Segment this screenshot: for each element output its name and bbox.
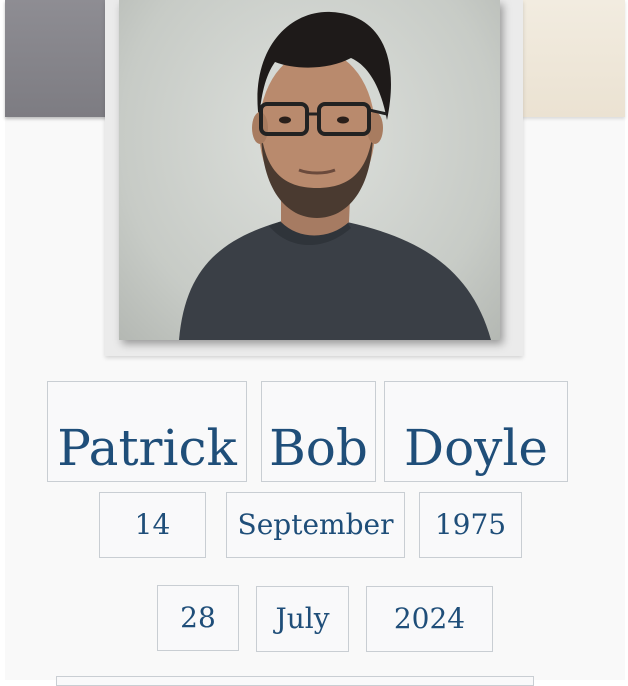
first-name-text: Patrick <box>57 419 237 477</box>
second-month-text: July <box>275 602 330 635</box>
birth-month-field[interactable]: September <box>226 492 405 558</box>
birth-month-text: September <box>237 508 394 541</box>
last-name-field[interactable]: Doyle <box>384 381 568 482</box>
second-year-field[interactable]: 2024 <box>366 586 493 652</box>
second-day-field[interactable]: 28 <box>157 585 239 651</box>
birth-day-text: 14 <box>134 508 171 541</box>
second-year-text: 2024 <box>393 602 466 635</box>
portrait-icon <box>179 11 491 340</box>
profile-photo <box>119 0 500 340</box>
middle-name-field[interactable]: Bob <box>261 381 376 482</box>
first-name-field[interactable]: Patrick <box>47 381 247 482</box>
birth-year-text: 1975 <box>434 508 507 541</box>
header-band-right <box>507 0 625 117</box>
birth-year-field[interactable]: 1975 <box>419 492 522 558</box>
partial-field[interactable] <box>56 676 534 686</box>
header-band-left <box>5 0 119 117</box>
last-name-text: Doyle <box>403 419 549 477</box>
second-month-field[interactable]: July <box>256 586 349 652</box>
middle-name-text: Bob <box>269 419 368 477</box>
second-day-text: 28 <box>180 601 216 634</box>
birth-day-field[interactable]: 14 <box>99 492 206 558</box>
